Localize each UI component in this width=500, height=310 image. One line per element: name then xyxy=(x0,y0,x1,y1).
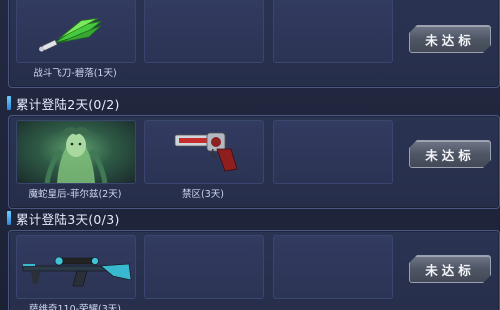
section-title: 累计登陆3天(0/3) xyxy=(16,211,120,227)
reward-slot-2[interactable] xyxy=(144,0,264,63)
reward-slot-3[interactable] xyxy=(273,120,393,184)
section-header-day3: 累计登陆3天(0/3) xyxy=(0,208,500,228)
reward-item-label: 战斗飞刀-碧落(1天) xyxy=(33,68,117,79)
status-not-achieved-button[interactable]: 未达标 xyxy=(409,140,491,168)
section-title: 累计登陆2天(0/2) xyxy=(16,96,120,112)
reward-slot-3[interactable] xyxy=(273,235,393,299)
reward-slot-1[interactable] xyxy=(16,0,136,63)
reward-panel-1: 战斗飞刀-碧落(1天) 未达标 xyxy=(8,0,500,88)
reward-item-label: 萨维奇110-荣耀(3天) xyxy=(28,304,122,310)
sniper-rifle-icon xyxy=(22,256,132,287)
snake-queen-portrait xyxy=(17,121,135,183)
reward-slot-2[interactable] xyxy=(144,235,264,299)
reward-panel-2: 魔蛇皇后-菲尔兹(2天) 禁区(3天) 未达标 xyxy=(8,115,500,209)
section-marker-icon xyxy=(7,211,11,225)
red-revolver-icon xyxy=(174,132,238,172)
reward-slot-2[interactable] xyxy=(144,120,264,184)
reward-item-label: 禁区(3天) xyxy=(182,189,224,200)
status-not-achieved-button[interactable]: 未达标 xyxy=(409,25,491,53)
reward-slot-1[interactable] xyxy=(16,120,136,184)
green-throwing-knife-icon xyxy=(39,17,102,52)
section-header-day2: 累计登陆2天(0/2) xyxy=(0,93,500,113)
reward-slot-1[interactable] xyxy=(16,235,136,299)
login-rewards-list: 战斗飞刀-碧落(1天) 未达标 累计登陆2天(0/2) 魔蛇皇后-菲尔兹(2天)… xyxy=(0,0,500,310)
reward-item-label: 魔蛇皇后-菲尔兹(2天) xyxy=(28,189,122,200)
status-not-achieved-button[interactable]: 未达标 xyxy=(409,255,491,283)
section-marker-icon xyxy=(7,96,11,110)
reward-panel-3: 萨维奇110-荣耀(3天) 未达标 xyxy=(8,230,500,310)
reward-slot-3[interactable] xyxy=(273,0,393,63)
